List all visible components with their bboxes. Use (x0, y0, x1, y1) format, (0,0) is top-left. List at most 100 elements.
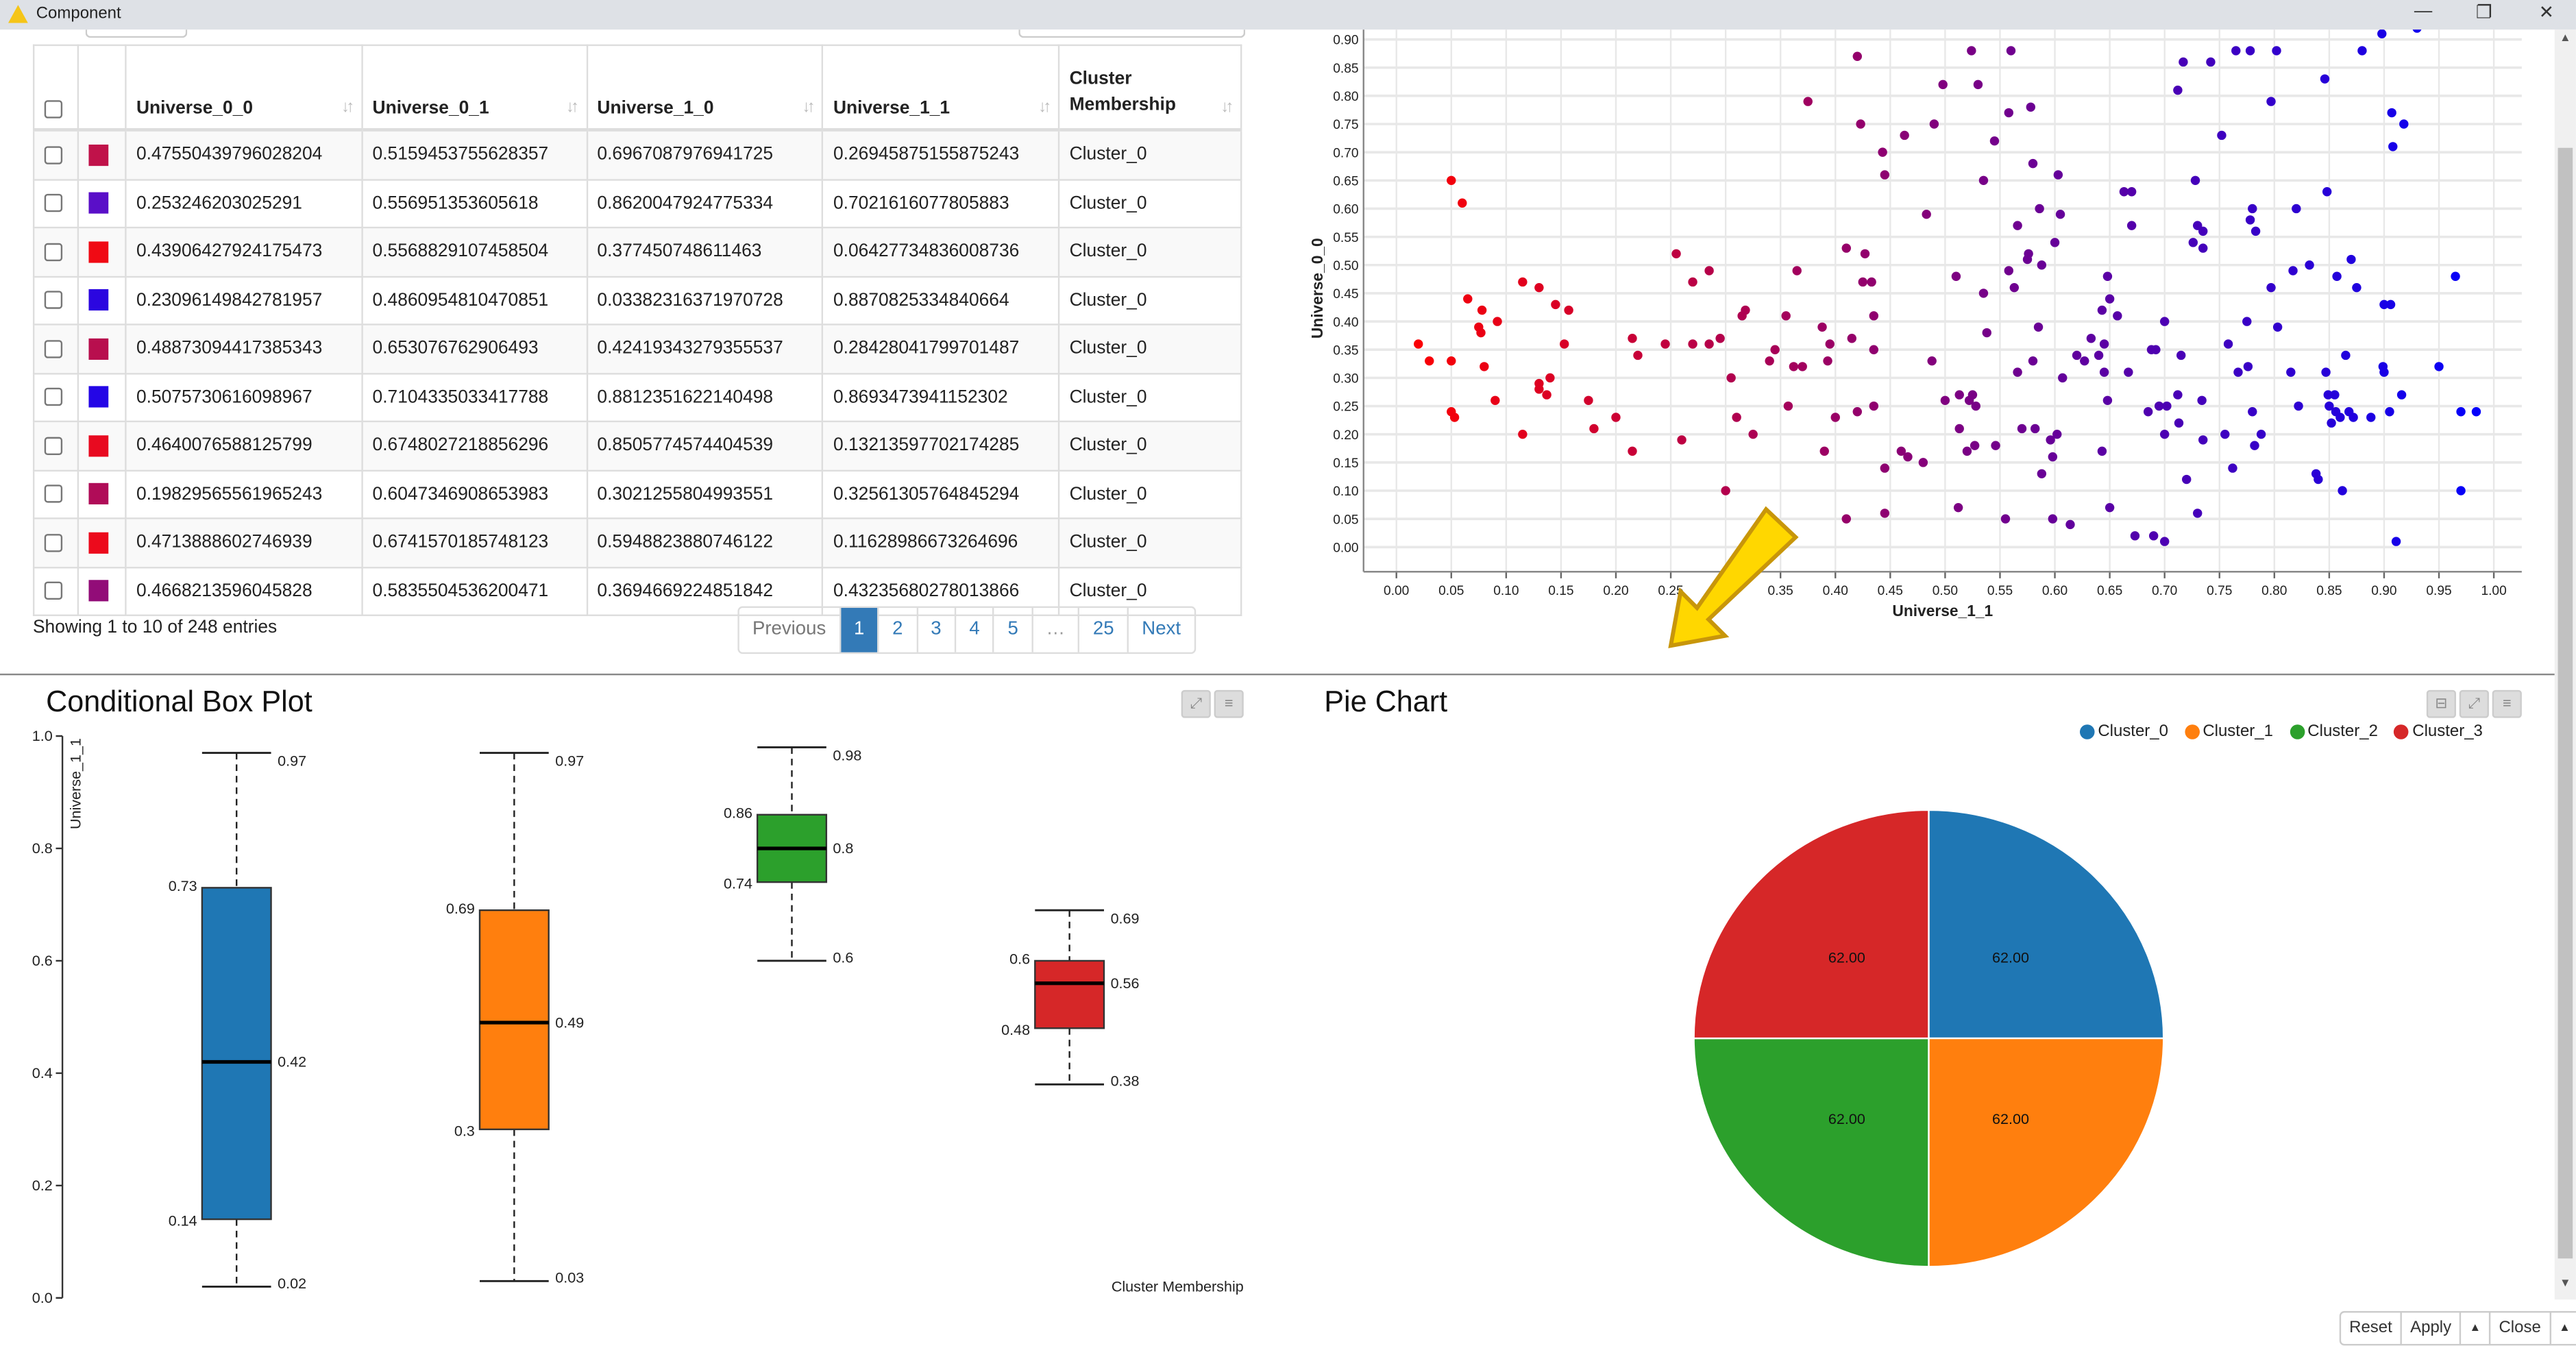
scatter-point[interactable] (1534, 378, 1544, 389)
sort-icon[interactable]: ↓↑ (1220, 99, 1234, 117)
pie-slice[interactable] (1693, 1037, 1930, 1268)
scatter-point[interactable] (1458, 198, 1467, 208)
scatter-point[interactable] (2451, 271, 2460, 281)
scatter-point[interactable] (2266, 282, 2276, 293)
scatter-point[interactable] (2198, 243, 2208, 253)
scatter-point[interactable] (2004, 108, 2013, 118)
scatter-point[interactable] (2385, 407, 2394, 417)
scatter-point[interactable] (2396, 390, 2407, 400)
scatter-point[interactable] (1900, 130, 1909, 140)
scatter-point[interactable] (2179, 57, 2188, 67)
scatter-point[interactable] (1748, 429, 1758, 439)
pie-slice[interactable] (1928, 809, 2165, 1040)
scatter-point[interactable] (2206, 57, 2216, 67)
apply-menu-button[interactable]: ▲ (2460, 1312, 2489, 1344)
scatter-point[interactable] (1704, 266, 1714, 276)
scatter-point[interactable] (2050, 238, 2060, 247)
table-row[interactable]: 0.19829565561965243 0.6047346908653983 0.3… (32, 469, 1242, 519)
scatter-point[interactable] (2379, 367, 2389, 377)
scatter-point[interactable] (2130, 531, 2140, 541)
scatter-point[interactable] (1856, 119, 1865, 129)
scatter-point[interactable] (1781, 311, 1791, 321)
scatter-plot[interactable]: 0.00 0.05 0.10 0.15 0.20 0.25 0.30 0.35 0.40 0.45… (1298, 29, 2547, 621)
table-row[interactable]: 0.47550439796028204 0.5159453755628357 0.6… (32, 129, 1242, 180)
row-checkbox[interactable] (44, 194, 63, 213)
scatter-point[interactable] (2399, 119, 2409, 129)
scatter-point[interactable] (2174, 418, 2184, 428)
legend-item[interactable]: Cluster_3 (2394, 723, 2483, 741)
scatter-point[interactable] (2245, 46, 2255, 56)
scatter-point[interactable] (2031, 424, 2040, 434)
minimize-button[interactable]: — (2407, 1, 2440, 21)
scatter-point[interactable] (1493, 317, 1502, 326)
table-row[interactable]: 0.5075730616098967 0.7104335033417788 0.88… (32, 372, 1242, 423)
table-row[interactable]: 0.43906427924175473 0.5568829107458504 0.3… (32, 226, 1242, 277)
scatter-point[interactable] (1803, 97, 1813, 106)
menu-icon[interactable]: ≡ (2492, 689, 2522, 718)
pie-slice[interactable] (1693, 809, 1930, 1040)
sort-icon[interactable]: ↓↑ (341, 99, 354, 117)
scatter-point[interactable] (2159, 429, 2170, 439)
scatter-point[interactable] (1783, 401, 1793, 411)
scatter-point[interactable] (1798, 362, 1807, 371)
page-button[interactable]: 3 (916, 608, 955, 652)
scatter-point[interactable] (2256, 429, 2266, 439)
scatter-point[interactable] (2198, 226, 2208, 236)
scatter-point[interactable] (2065, 519, 2075, 530)
scatter-point[interactable] (1991, 441, 2000, 450)
scatter-point[interactable] (2013, 367, 2022, 377)
close-menu-button[interactable]: ▲ (2549, 1312, 2576, 1344)
scatter-point[interactable] (1741, 305, 1750, 315)
scatter-point[interactable] (2266, 97, 2276, 106)
scatter-point[interactable] (2330, 390, 2340, 400)
scatter-point[interactable] (2035, 204, 2044, 214)
scatter-point[interactable] (1765, 356, 1774, 366)
scatter-point[interactable] (2037, 469, 2047, 479)
box-cluster-3[interactable]: 0.69 0.38 0.56 0.6 0.48 (1001, 909, 1140, 1090)
scatter-point[interactable] (2193, 509, 2203, 518)
scatter-point[interactable] (2456, 486, 2466, 495)
scatter-point[interactable] (2190, 175, 2200, 186)
scatter-point[interactable] (2288, 266, 2298, 276)
select-all-checkbox[interactable] (44, 99, 63, 118)
scatter-point[interactable] (2097, 446, 2107, 456)
scatter-point[interactable] (1584, 395, 1593, 406)
scatter-point[interactable] (2223, 339, 2233, 349)
scatter-point[interactable] (2292, 204, 2301, 214)
scatter-point[interactable] (1927, 356, 1937, 366)
scatter-point[interactable] (1858, 277, 1868, 287)
scatter-point[interactable] (1770, 345, 1780, 354)
scrollbar-thumb[interactable] (2557, 147, 2573, 1259)
scatter-point[interactable] (2017, 424, 2027, 434)
scatter-point[interactable] (2286, 367, 2296, 377)
scatter-point[interactable] (1564, 305, 1573, 315)
scatter-point[interactable] (1551, 299, 1560, 310)
scatter-point[interactable] (2052, 429, 2062, 439)
scatter-point[interactable] (1940, 395, 1950, 406)
box-cluster-2[interactable]: 0.98 0.6 0.8 0.86 0.74 (724, 746, 861, 966)
scatter-point[interactable] (2250, 441, 2259, 450)
scatter-point[interactable] (1973, 79, 1983, 90)
scatter-point[interactable] (1792, 266, 1802, 276)
scatter-point[interactable] (1480, 362, 1489, 371)
scatter-point[interactable] (2321, 367, 2331, 377)
scatter-point[interactable] (1449, 413, 1460, 422)
scatter-point[interactable] (2198, 435, 2208, 445)
page-button[interactable]: 1 (839, 608, 878, 652)
scatter-point[interactable] (2294, 401, 2303, 411)
scatter-point[interactable] (1425, 356, 1434, 366)
row-checkbox[interactable] (44, 291, 63, 310)
scatter-point[interactable] (1726, 373, 1736, 383)
scatter-point[interactable] (1880, 170, 1890, 180)
scatter-point[interactable] (1867, 277, 1876, 287)
scatter-point[interactable] (1967, 46, 1976, 56)
scatter-point[interactable] (2348, 413, 2358, 422)
scatter-point[interactable] (1830, 413, 1840, 422)
scatter-point[interactable] (1982, 328, 1991, 338)
scatter-point[interactable] (1477, 305, 1487, 315)
scatter-point[interactable] (1628, 446, 1637, 456)
scatter-point[interactable] (2143, 407, 2153, 417)
reset-button[interactable]: Reset (2341, 1312, 2401, 1344)
scatter-point[interactable] (2243, 362, 2253, 371)
scatter-point[interactable] (2013, 221, 2022, 230)
